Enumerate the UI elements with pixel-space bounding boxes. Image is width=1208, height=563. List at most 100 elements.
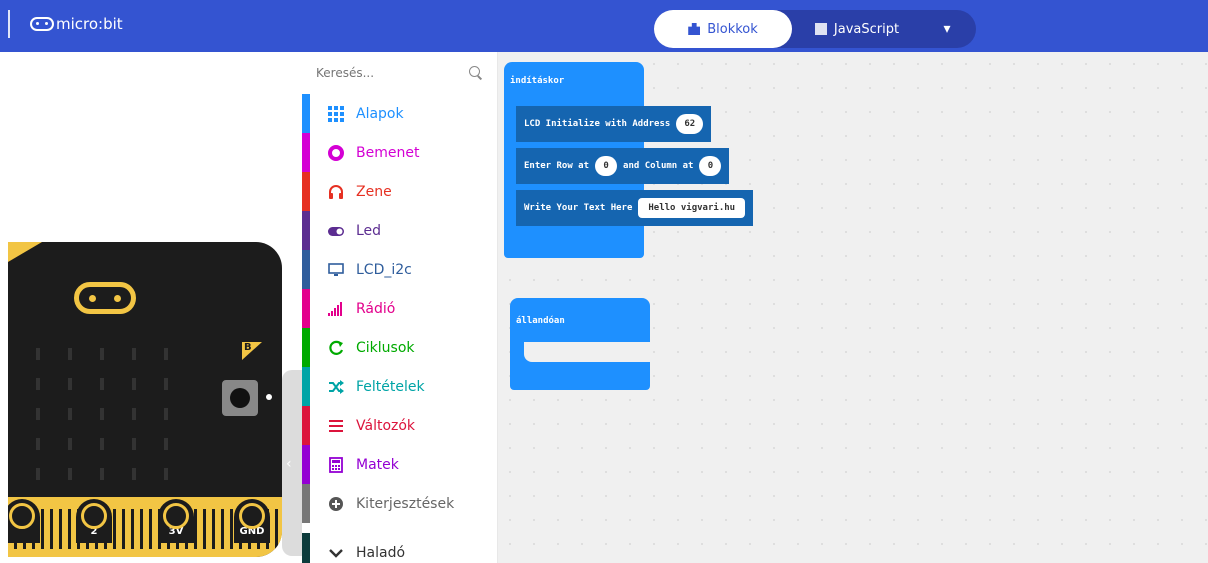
led-matrix (22, 342, 182, 492)
led[interactable] (100, 378, 104, 390)
led[interactable] (164, 468, 168, 480)
led[interactable] (164, 348, 168, 360)
touch-logo-icon[interactable] (74, 282, 136, 314)
forever-block[interactable]: állandóan (510, 298, 650, 390)
category-halado[interactable]: Haladó (302, 533, 497, 563)
mode-dropdown-button[interactable]: ▾ (922, 10, 972, 48)
microbit-board: B 2 3V GND (8, 242, 282, 557)
monitor-icon (328, 262, 344, 276)
button-a-corner (8, 242, 42, 262)
category-label: Led (356, 222, 382, 239)
category-label: Haladó (356, 544, 406, 561)
category-feltetelek[interactable]: Feltételek (302, 367, 497, 406)
pin-gnd[interactable]: GND (234, 499, 270, 543)
headphones-icon (329, 184, 343, 199)
button-b-label: B (242, 342, 262, 360)
chevron-left-icon: ‹ (286, 456, 292, 472)
led[interactable] (132, 468, 136, 480)
header-divider (8, 10, 10, 38)
grid-icon (328, 105, 344, 122)
led[interactable] (68, 408, 72, 420)
microbit-logo[interactable]: micro:bit (30, 12, 123, 36)
category-valtozok[interactable]: Változók (302, 406, 497, 445)
category-label: Változók (356, 417, 416, 434)
category-zene[interactable]: Zene (302, 172, 497, 211)
led[interactable] (68, 348, 72, 360)
category-label: Matek (356, 456, 399, 473)
pin-1[interactable] (8, 499, 40, 543)
search-icon[interactable] (469, 66, 483, 80)
row-input[interactable]: 0 (595, 156, 618, 176)
category-led[interactable]: Led (302, 211, 497, 250)
blocks-mode-button[interactable]: Blokkok (654, 10, 792, 48)
category-label: Feltételek (356, 378, 425, 395)
category-label: Bemenet (356, 144, 420, 161)
category-bemenet[interactable]: Bemenet (302, 133, 497, 172)
chevron-down-icon (329, 548, 343, 558)
enter-row-label: Enter Row at (524, 161, 590, 171)
pin-2[interactable]: 2 (76, 499, 112, 543)
pin-label: GND (239, 526, 265, 537)
pin-3v[interactable]: 3V (158, 499, 194, 543)
write-text-block[interactable]: Write Your Text Here Hello vigvari.hu (516, 190, 754, 226)
category-kiterjesztesek[interactable]: Kiterjesztések (302, 484, 497, 523)
led[interactable] (132, 408, 136, 420)
lcd-initialize-block[interactable]: LCD Initialize with Address 62 (516, 106, 712, 142)
led[interactable] (36, 348, 40, 360)
top-bar: micro:bit Blokkok JavaScript ▾ (0, 0, 1208, 52)
forever-label: állandóan (516, 316, 565, 326)
button-b-indicator (266, 394, 272, 400)
category-lcd-i2c[interactable]: LCD_i2c (302, 250, 497, 289)
led[interactable] (132, 378, 136, 390)
led[interactable] (132, 438, 136, 450)
category-matek[interactable]: Matek (302, 445, 497, 484)
editor-mode-switch: Blokkok JavaScript ▾ (654, 10, 976, 48)
javascript-mode-button[interactable]: JavaScript (792, 10, 922, 48)
led[interactable] (68, 468, 72, 480)
logo-text: micro:bit (56, 15, 123, 33)
led[interactable] (100, 348, 104, 360)
led[interactable] (164, 408, 168, 420)
category-label: Kiterjesztések (356, 495, 455, 512)
javascript-icon (814, 23, 827, 35)
led[interactable] (100, 468, 104, 480)
category-radio[interactable]: Rádió (302, 289, 497, 328)
toggle-icon (328, 226, 344, 236)
led[interactable] (132, 348, 136, 360)
signal-icon (328, 301, 342, 316)
on-start-label: indításkor (510, 76, 565, 86)
circle-icon (328, 144, 344, 161)
column-input[interactable]: 0 (699, 156, 722, 176)
search-input[interactable] (316, 66, 446, 80)
led[interactable] (100, 408, 104, 420)
led[interactable] (164, 378, 168, 390)
write-text-label: Write Your Text Here (524, 203, 633, 213)
led[interactable] (164, 438, 168, 450)
button-b[interactable] (222, 380, 258, 416)
shuffle-icon (329, 379, 344, 394)
category-alapok[interactable]: Alapok (302, 94, 497, 133)
category-label: Alapok (356, 105, 404, 122)
text-input[interactable]: Hello vigvari.hu (638, 198, 746, 218)
on-start-footer (504, 228, 644, 258)
address-input[interactable]: 62 (676, 114, 704, 134)
toolbox: Alapok Bemenet Zene Led LCD_i2c Rádió Ci… (302, 52, 498, 563)
enter-row-column-block[interactable]: Enter Row at 0 and Column at 0 (516, 148, 730, 184)
list-icon (329, 419, 343, 432)
category-label: Rádió (356, 300, 396, 317)
led[interactable] (36, 438, 40, 450)
javascript-mode-label: JavaScript (833, 21, 900, 37)
led[interactable] (68, 378, 72, 390)
led[interactable] (68, 438, 72, 450)
led[interactable] (36, 378, 40, 390)
forever-empty-slot (524, 342, 650, 362)
chevron-down-icon: ▾ (943, 21, 951, 37)
led[interactable] (36, 408, 40, 420)
blocks-workspace[interactable]: indításkor LCD Initialize with Address 6… (498, 52, 1208, 563)
pin-label: 2 (90, 526, 98, 537)
collapse-simulator-button[interactable]: ‹ (282, 370, 302, 556)
led[interactable] (36, 468, 40, 480)
category-label: LCD_i2c (356, 261, 412, 278)
led[interactable] (100, 438, 104, 450)
category-ciklusok[interactable]: Ciklusok (302, 328, 497, 367)
